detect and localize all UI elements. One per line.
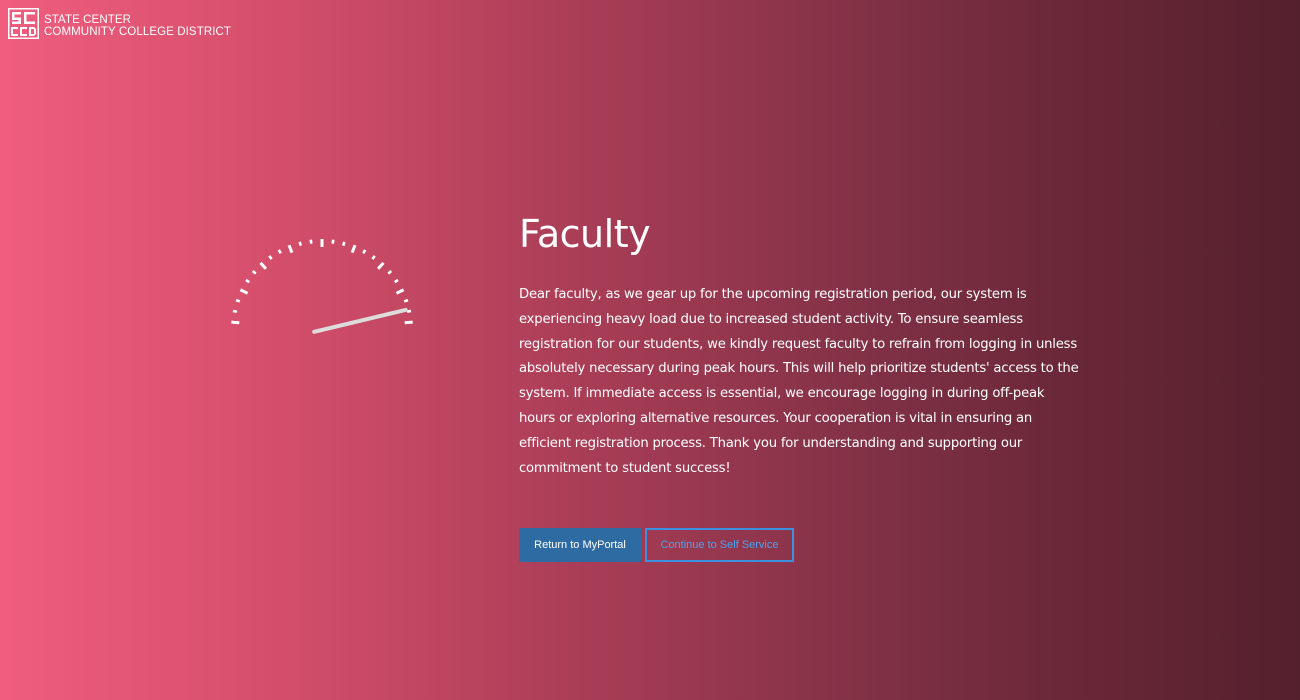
- gauge-tick: [403, 298, 409, 303]
- return-to-myportal-button[interactable]: Return to MyPortal: [519, 528, 641, 563]
- gauge-tick: [371, 255, 376, 260]
- gauge-needle: [312, 307, 408, 334]
- gauge-tick: [251, 270, 257, 275]
- gauge-tick: [376, 261, 385, 270]
- gauge-tick: [277, 249, 282, 255]
- district-name: STATE CENTER COMMUNITY COLLEGE DISTRICT: [44, 14, 231, 38]
- gauge-tick: [235, 298, 241, 303]
- gauge-tick: [298, 241, 302, 246]
- district-logo[interactable]: STATE CENTER COMMUNITY COLLEGE DISTRICT: [8, 8, 231, 39]
- gauge-tick: [406, 309, 412, 314]
- main-content: Faculty Dear faculty, as we gear up for …: [519, 210, 1079, 563]
- sccd-logo-icon: [8, 8, 39, 39]
- gauge-tick: [387, 270, 393, 275]
- gauge-tick: [232, 309, 238, 314]
- speedometer-icon: [231, 239, 413, 334]
- page-title: Faculty: [519, 212, 651, 256]
- gauge-tick: [395, 288, 405, 295]
- gauge-tick: [393, 278, 399, 284]
- gauge-tick: [268, 255, 273, 260]
- action-buttons: Return to MyPortal Continue to Self Serv…: [519, 528, 1079, 563]
- district-name-line2: COMMUNITY COLLEGE DISTRICT: [44, 26, 232, 38]
- continue-to-self-service-button[interactable]: Continue to Self Service: [645, 528, 794, 563]
- gauge-tick: [362, 249, 367, 255]
- gauge-tick: [239, 288, 249, 295]
- gauge-tick: [342, 241, 346, 246]
- district-name-line1: STATE CENTER: [44, 14, 132, 26]
- gauge-tick: [404, 320, 413, 325]
- gauge-tick: [245, 278, 251, 284]
- gauge-tick: [287, 244, 294, 254]
- gauge-ticks: [231, 239, 413, 325]
- gauge-tick: [231, 320, 240, 325]
- gauge-tick: [350, 244, 357, 254]
- notice-message: Dear faculty, as we gear up for the upco…: [519, 287, 1079, 476]
- gauge-tick: [259, 261, 268, 270]
